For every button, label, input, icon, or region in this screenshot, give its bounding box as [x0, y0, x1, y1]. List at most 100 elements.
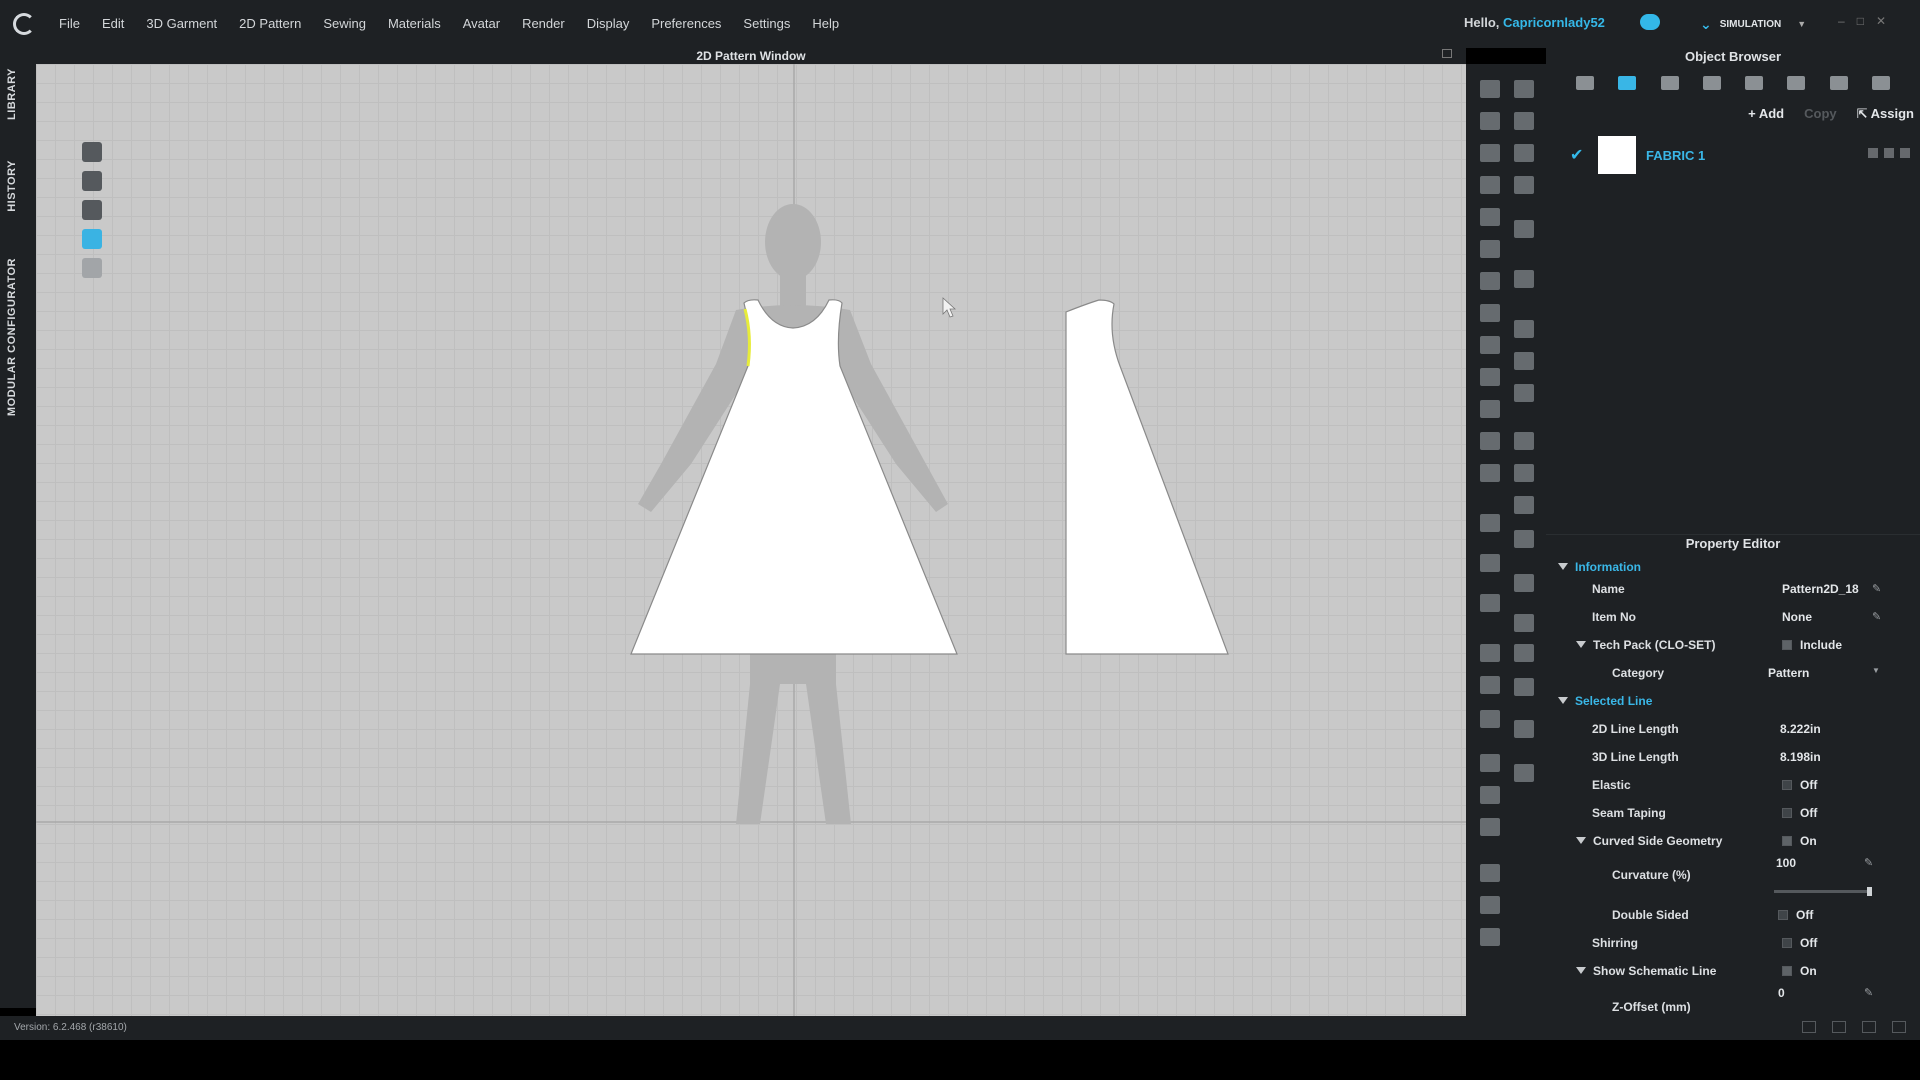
tool-edit-pattern-icon[interactable] — [1514, 80, 1534, 98]
tool-texture-icon[interactable] — [1480, 514, 1500, 532]
tool-tack-icon[interactable] — [1514, 432, 1534, 450]
shirring-checkbox[interactable] — [1782, 938, 1792, 948]
zipper-tab-icon[interactable] — [1829, 76, 1848, 90]
tool-table-icon[interactable] — [1514, 764, 1534, 782]
double-sided-checkbox[interactable] — [1778, 910, 1788, 920]
menu-edit[interactable]: Edit — [91, 0, 135, 48]
elastic-checkbox[interactable] — [1782, 780, 1792, 790]
menu-settings[interactable]: Settings — [732, 0, 801, 48]
username-link[interactable]: Capricornlady52 — [1503, 15, 1605, 30]
fabric-tab-icon[interactable] — [1618, 76, 1637, 90]
tool-trim-icon[interactable] — [1480, 554, 1500, 572]
name-value[interactable]: Pattern2D_18 — [1782, 582, 1859, 596]
tool-segment-sew-icon[interactable] — [1480, 400, 1500, 418]
popout-icon[interactable] — [1442, 49, 1452, 58]
z-offset-value[interactable]: 0 — [1778, 986, 1785, 1000]
tool-annotation-icon[interactable] — [1514, 614, 1534, 632]
tool-columns-icon[interactable] — [1480, 786, 1500, 804]
tool-free-sew-icon[interactable] — [1480, 432, 1500, 450]
tool-group-icon[interactable] — [1514, 720, 1534, 738]
maximize-icon[interactable]: □ — [1857, 14, 1864, 28]
tool-sew-icon[interactable] — [1514, 384, 1534, 402]
tool-dart-icon[interactable] — [1514, 320, 1534, 338]
edit-pencil-icon[interactable]: ✎ — [1872, 582, 1881, 595]
selected-line-section[interactable]: Selected Line — [1546, 690, 1920, 712]
close-icon[interactable]: ✕ — [1876, 14, 1886, 28]
curvature-slider[interactable] — [1774, 887, 1872, 896]
tab-modular-configurator[interactable]: MODULAR CONFIGURATOR — [6, 258, 18, 416]
tool-zigzag-icon[interactable] — [1514, 644, 1534, 662]
include-checkbox[interactable] — [1782, 640, 1792, 650]
tool-piping-icon[interactable] — [1514, 496, 1534, 514]
layout-2d-icon[interactable] — [1862, 1021, 1876, 1033]
buttonhole-tab-icon[interactable] — [1745, 76, 1764, 90]
minimize-icon[interactable]: – — [1838, 14, 1845, 28]
tool-sticker-3-icon[interactable] — [1480, 928, 1500, 946]
more-tabs-icon[interactable] — [1871, 76, 1890, 90]
assign-button[interactable]: ⇱ Assign — [1857, 106, 1914, 122]
fabric-list-item[interactable]: ✔ FABRIC 1 — [1570, 136, 1910, 174]
tool-offset-icon[interactable] — [1480, 272, 1500, 290]
tool-add-point-icon[interactable] — [1514, 112, 1534, 130]
tool-sticker-2-icon[interactable] — [1480, 896, 1500, 914]
tool-grid-icon[interactable] — [1480, 754, 1500, 772]
dropdown-arrow-icon[interactable]: ▼ — [1872, 666, 1880, 675]
tool-button-icon[interactable] — [1514, 352, 1534, 370]
fabric-delete-icon[interactable] — [1900, 148, 1910, 158]
copy-button[interactable]: Copy — [1804, 106, 1837, 122]
tool-notch-icon[interactable] — [1514, 270, 1534, 288]
tool-curve-point-icon[interactable] — [1480, 144, 1500, 162]
tool-seam-allowance-icon[interactable] — [1480, 304, 1500, 322]
curvature-value[interactable]: 100 — [1776, 856, 1796, 870]
disabled-tool-icon[interactable] — [82, 258, 102, 278]
fabric-swatch[interactable] — [1598, 136, 1636, 174]
tool-edit-point-icon[interactable] — [1480, 112, 1500, 130]
menu-3d-garment[interactable]: 3D Garment — [135, 0, 228, 48]
fabric-tool-icon[interactable] — [82, 229, 102, 249]
curved-side-checkbox[interactable] — [1782, 836, 1792, 846]
slider-handle[interactable] — [1867, 887, 1872, 896]
tab-library[interactable]: LIBRARY — [6, 68, 18, 120]
information-section[interactable]: Information — [1546, 556, 1920, 578]
tool-sticker-1-icon[interactable] — [1480, 864, 1500, 882]
tool-polygon-icon[interactable] — [1480, 176, 1500, 194]
menu-materials[interactable]: Materials — [377, 0, 452, 48]
edit-pencil-icon[interactable]: ✎ — [1864, 856, 1873, 869]
add-button[interactable]: + Add — [1748, 106, 1784, 122]
tool-transform-icon[interactable] — [1480, 80, 1500, 98]
2d-line-length-value[interactable]: 8.222in — [1780, 722, 1821, 736]
app-logo-icon[interactable] — [0, 0, 48, 48]
fabric-lock-icon[interactable] — [1884, 148, 1894, 158]
edit-pencil-icon[interactable]: ✎ — [1864, 986, 1873, 999]
transform-tool-icon[interactable] — [82, 142, 102, 162]
pattern-canvas[interactable] — [36, 64, 1466, 1016]
avatar-toggle-icon[interactable] — [82, 171, 102, 191]
tool-text-alt-icon[interactable] — [1480, 676, 1500, 694]
schematic-line-checkbox[interactable] — [1782, 966, 1792, 976]
tool-wave-icon[interactable] — [1514, 678, 1534, 696]
list-view-icon[interactable] — [1576, 76, 1595, 90]
layout-single-icon[interactable] — [1802, 1021, 1816, 1033]
tool-topstitch-icon[interactable] — [1514, 464, 1534, 482]
topstitch-tab-icon[interactable] — [1787, 76, 1806, 90]
tool-edit-curvature-icon[interactable] — [1514, 144, 1534, 162]
tool-pleat-icon[interactable] — [1480, 336, 1500, 354]
tool-brush-icon[interactable] — [1480, 710, 1500, 728]
layout-split-icon[interactable] — [1832, 1021, 1846, 1033]
tool-hand-icon[interactable] — [1480, 818, 1500, 836]
edit-pencil-icon[interactable]: ✎ — [1872, 610, 1881, 623]
tool-edit-sewing-icon[interactable] — [1480, 464, 1500, 482]
tool-rectangle-icon[interactable] — [1514, 176, 1534, 194]
seam-taping-checkbox[interactable] — [1782, 808, 1792, 818]
tool-fold-icon[interactable] — [1514, 220, 1534, 238]
menu-display[interactable]: Display — [576, 0, 641, 48]
tab-history[interactable]: HISTORY — [6, 160, 18, 212]
tool-puckering-icon[interactable] — [1514, 574, 1534, 592]
tool-internal-line-icon[interactable] — [1480, 208, 1500, 226]
menu-preferences[interactable]: Preferences — [640, 0, 732, 48]
grade-tool-icon[interactable] — [82, 200, 102, 220]
menu-sewing[interactable]: Sewing — [312, 0, 377, 48]
tool-cut-icon[interactable] — [1480, 240, 1500, 258]
tool-text-icon[interactable] — [1480, 644, 1500, 662]
button-tab-icon[interactable] — [1702, 76, 1721, 90]
